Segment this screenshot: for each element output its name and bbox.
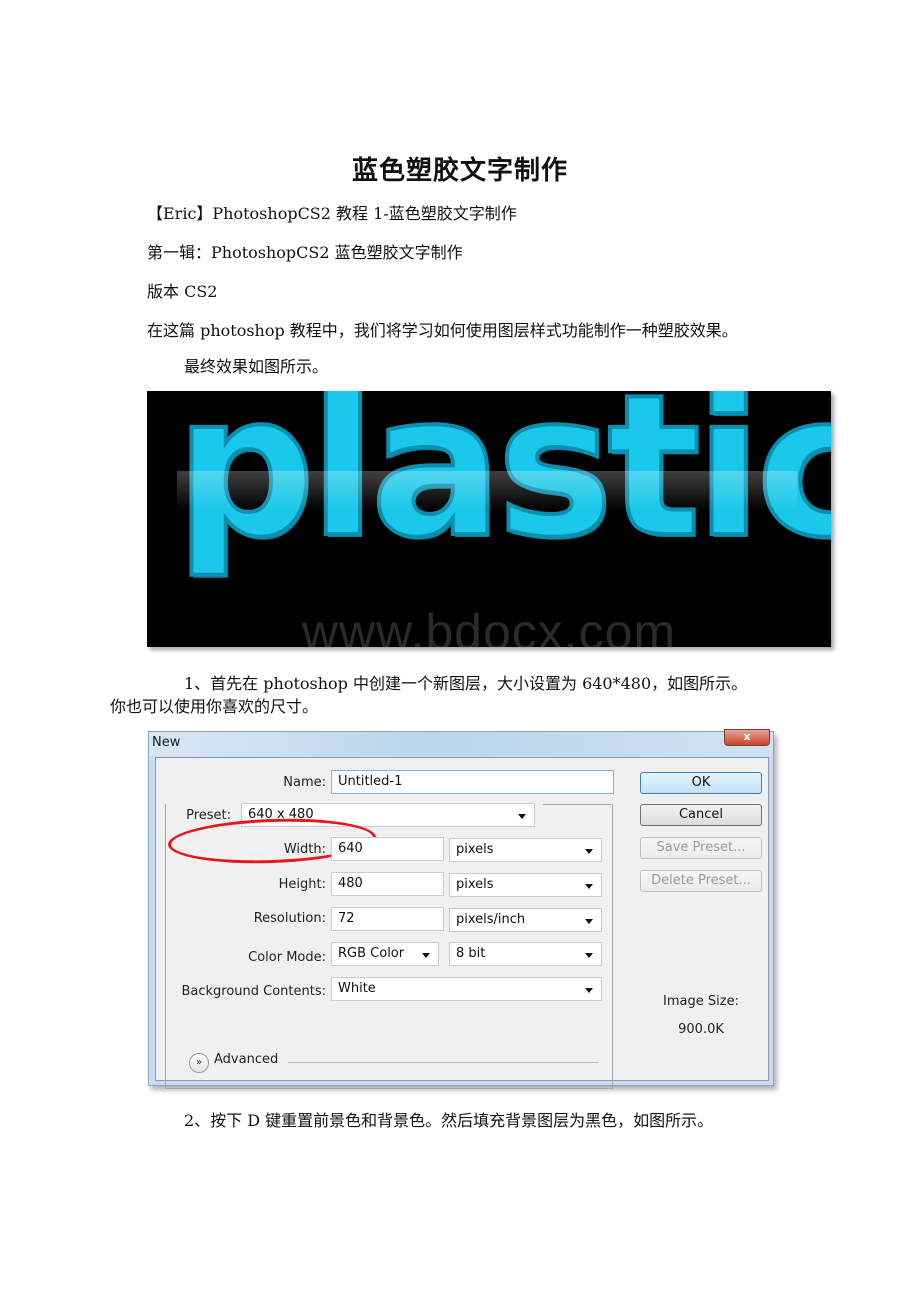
dialog-title: New — [152, 735, 181, 750]
save-preset-button[interactable]: Save Preset... — [640, 837, 762, 859]
paragraph-description: 在这篇 photoshop 教程中，我们将学习如何使用图层样式功能制作一种塑胶效… — [147, 321, 738, 340]
width-label: Width: — [283, 842, 326, 857]
watermark: www.bdocx.com — [301, 604, 677, 647]
dialog-titlebar[interactable]: New x — [149, 729, 773, 756]
resolution-unit-select[interactable]: pixels/inch — [449, 908, 602, 932]
background-contents-select[interactable]: White — [331, 977, 602, 1001]
paragraph-intro: 【Eric】PhotoshopCS2 教程 1-蓝色塑胶文字制作 — [147, 204, 517, 223]
step2-text: 2、按下 D 键重置前景色和背景色。然后填充背景图层为黑色，如图所示。 — [184, 1111, 714, 1130]
paragraph-final-effect: 最终效果如图所示。 — [184, 357, 329, 376]
image-size-value: 900.0K — [678, 1022, 724, 1037]
width-input[interactable]: 640 — [331, 837, 444, 861]
group-divider — [543, 804, 611, 805]
step1-text: 1、首先在 photoshop 中创建一个新图层，大小设置为 640*480，如… — [184, 674, 748, 693]
plastic-text-preview-image: plastic www.bdocx.com — [147, 391, 831, 647]
preset-label: Preset: — [186, 808, 231, 823]
background-contents-label: Background Contents: — [181, 984, 326, 999]
bit-depth-select[interactable]: 8 bit — [449, 942, 602, 966]
ok-button[interactable]: OK — [640, 772, 762, 794]
height-unit-select[interactable]: pixels — [449, 873, 602, 897]
paragraph-series: 第一辑：PhotoshopCS2 蓝色塑胶文字制作 — [147, 243, 463, 262]
color-mode-select[interactable]: RGB Color — [331, 942, 439, 966]
cancel-button[interactable]: Cancel — [640, 804, 762, 826]
advanced-expand-icon[interactable]: » — [189, 1053, 209, 1073]
advanced-divider — [288, 1062, 598, 1063]
plastic-word: plastic — [173, 391, 831, 581]
dialog-body: Name: Untitled-1 Preset: 640 x 480 Width… — [155, 757, 769, 1089]
name-label: Name: — [283, 775, 326, 790]
height-label: Height: — [278, 877, 326, 892]
width-unit-select[interactable]: pixels — [449, 838, 602, 862]
step1-text-cont: 你也可以使用你喜欢的尺寸。 — [110, 697, 319, 716]
image-size-label: Image Size: — [663, 994, 739, 1009]
delete-preset-button[interactable]: Delete Preset... — [640, 870, 762, 892]
new-document-dialog: New x Name: Untitled-1 Preset: 640 x 480… — [148, 729, 774, 1089]
color-mode-label: Color Mode: — [248, 950, 326, 965]
name-input[interactable]: Untitled-1 — [331, 770, 614, 794]
advanced-label[interactable]: Advanced — [214, 1052, 278, 1067]
document-title: 蓝色塑胶文字制作 — [351, 156, 568, 186]
resolution-input[interactable]: 72 — [331, 907, 444, 931]
height-input[interactable]: 480 — [331, 872, 444, 896]
close-button[interactable]: x — [724, 729, 770, 746]
resolution-label: Resolution: — [253, 911, 326, 926]
paragraph-version: 版本 CS2 — [147, 282, 218, 301]
